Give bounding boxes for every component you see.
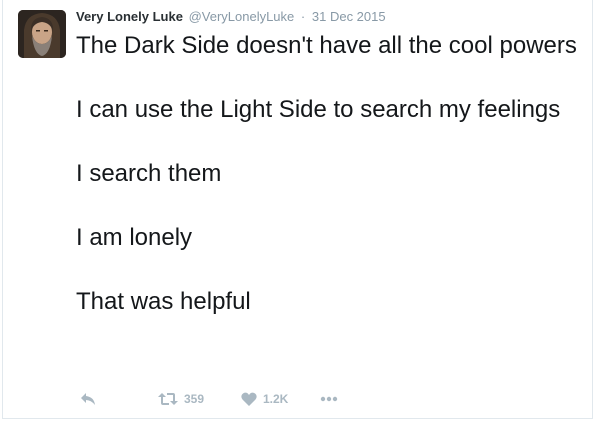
heart-icon [241, 392, 257, 406]
like-button[interactable]: 1.2K [241, 388, 288, 410]
tweet-actions: 359 1.2K [76, 388, 396, 410]
retweet-count: 359 [184, 392, 205, 406]
tweet-paragraph: That was helpful [76, 288, 251, 315]
retweet-icon [158, 393, 178, 405]
more-button[interactable] [320, 388, 338, 410]
tweet-paragraph: I am lonely [76, 224, 193, 251]
tweet-header: Very Lonely Luke @VeryLonelyLuke · 31 De… [76, 9, 386, 25]
like-count: 1.2K [263, 392, 289, 406]
display-name[interactable]: Very Lonely Luke [76, 9, 183, 24]
avatar[interactable] [18, 10, 66, 58]
separator-dot: · [300, 9, 306, 24]
timestamp[interactable]: 31 Dec 2015 [312, 9, 386, 24]
reply-icon [81, 393, 95, 405]
tweet-paragraph: I can use the Light Side to search my fe… [76, 96, 561, 123]
reply-button[interactable] [80, 388, 96, 410]
tweet-paragraph: I search them [76, 160, 222, 187]
tweet-card: Very Lonely Luke @VeryLonelyLuke · 31 De… [2, 0, 593, 419]
screen-name[interactable]: @VeryLonelyLuke [189, 9, 295, 24]
more-dots-icon [320, 396, 338, 402]
bearded-man-avatar-icon [18, 10, 66, 58]
tweet-paragraph: The Dark Side doesn't have all the cool … [76, 32, 577, 59]
retweet-button[interactable]: 359 [158, 388, 204, 410]
tweet-text: The Dark Side doesn't have all the cool … [76, 30, 581, 318]
